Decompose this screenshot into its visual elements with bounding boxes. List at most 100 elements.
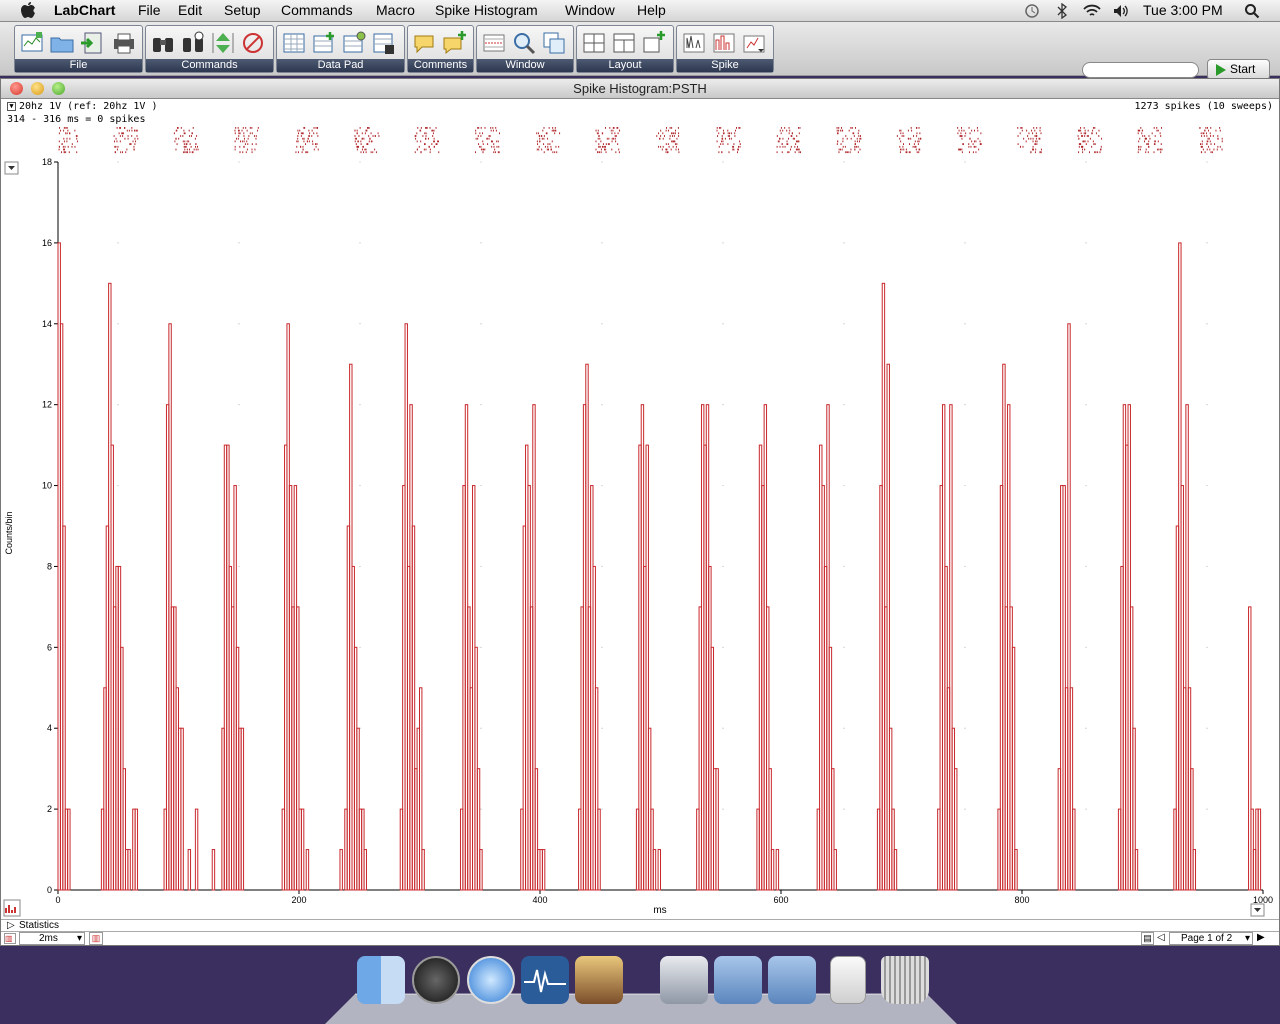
psth-chart[interactable]: 024681012141618 0 200 400 600 800 1000 ms Cou… xyxy=(1,79,1279,917)
histogram-settings-icon[interactable]: ▥ xyxy=(89,932,103,945)
overlay-view-icon[interactable] xyxy=(541,30,567,56)
raster-spike xyxy=(484,148,486,151)
bin-width-select[interactable]: 2ms ▾ xyxy=(19,932,85,945)
raster-spike xyxy=(1138,148,1140,151)
volume-icon[interactable] xyxy=(1112,3,1130,19)
network-share-icon[interactable] xyxy=(660,956,708,1004)
print-icon[interactable] xyxy=(111,30,137,56)
raster-spike xyxy=(605,148,607,151)
raster-spike xyxy=(368,135,370,137)
page-setup-icon[interactable]: ▤ xyxy=(1141,932,1154,945)
raster-spike xyxy=(175,137,177,140)
histogram-bar xyxy=(954,768,958,891)
binoculars-find-icon[interactable] xyxy=(180,30,206,56)
menu-help[interactable]: Help xyxy=(637,2,666,18)
add-to-data-pad-icon[interactable] xyxy=(311,30,337,56)
raster-spike xyxy=(1215,129,1217,132)
raster-spike xyxy=(721,151,723,154)
raster-spike xyxy=(913,143,915,145)
zoom-view-icon[interactable] xyxy=(511,30,537,56)
grid-dot xyxy=(359,646,361,648)
add-comment-icon[interactable] xyxy=(442,30,468,56)
menu-window[interactable]: Window xyxy=(565,2,615,18)
next-page-icon[interactable]: ▶ xyxy=(1257,932,1265,943)
page-select[interactable]: Page 1 of 2 ▾ xyxy=(1169,932,1253,945)
y-axis-menu-icon[interactable] xyxy=(4,161,19,175)
statistics-label[interactable]: Statistics xyxy=(19,920,59,931)
data-pad-setup-icon[interactable] xyxy=(341,30,367,56)
histogram-bar xyxy=(339,849,343,891)
labchart-icon[interactable] xyxy=(521,956,569,1004)
data-pad-icon[interactable] xyxy=(281,30,307,56)
raster-spike xyxy=(367,143,369,145)
raster-spike xyxy=(1200,132,1202,135)
menu-setup[interactable]: Setup xyxy=(224,2,261,18)
applications-folder-icon[interactable] xyxy=(714,956,762,1004)
disclosure-triangle-icon[interactable]: ▷ xyxy=(7,920,15,931)
raster-spike xyxy=(972,151,974,154)
raster-spike xyxy=(980,132,982,135)
layout-grid-icon[interactable] xyxy=(581,30,607,56)
spike-menu-icon[interactable] xyxy=(741,30,767,56)
spike-settings-icon[interactable] xyxy=(681,30,707,56)
raster-spike xyxy=(122,132,124,135)
apple-icon[interactable] xyxy=(20,2,36,19)
raster-spike xyxy=(136,135,138,137)
open-folder-icon[interactable] xyxy=(49,30,75,56)
raster-spike xyxy=(303,137,305,140)
trash-icon[interactable] xyxy=(881,956,929,1004)
raster-spike xyxy=(299,129,301,132)
binoculars-icon[interactable] xyxy=(150,30,176,56)
wifi-icon[interactable] xyxy=(1082,3,1102,19)
raster-spike xyxy=(739,145,741,148)
raster-spike xyxy=(597,129,599,132)
raster-spike xyxy=(68,151,70,154)
raster-spike xyxy=(1028,132,1030,135)
time-machine-icon[interactable] xyxy=(1024,3,1040,19)
raster-spike xyxy=(370,151,372,154)
safari-icon[interactable] xyxy=(467,956,515,1004)
menu-clock[interactable]: Tue 3:00 PM xyxy=(1143,2,1223,18)
raster-spike xyxy=(1084,129,1086,132)
menu-spike-histogram[interactable]: Spike Histogram xyxy=(435,2,538,18)
menu-macro[interactable]: Macro xyxy=(376,2,415,18)
no-marker-icon[interactable] xyxy=(240,30,266,56)
menu-file[interactable]: File xyxy=(138,2,161,18)
raster-spike xyxy=(538,145,540,148)
layout-split-icon[interactable] xyxy=(611,30,637,56)
raster-spike xyxy=(137,137,139,140)
import-icon[interactable] xyxy=(79,30,105,56)
chart-view-icon[interactable] xyxy=(481,30,507,56)
raster-spike xyxy=(846,151,848,154)
previous-page-icon[interactable]: ◁ xyxy=(1157,932,1165,943)
dashboard-icon[interactable] xyxy=(412,956,460,1004)
raster-spike xyxy=(979,140,981,143)
add-pane-icon[interactable] xyxy=(641,30,667,56)
bluetooth-icon[interactable] xyxy=(1056,3,1068,19)
menu-edit[interactable]: Edit xyxy=(178,2,202,18)
histogram-type-icon[interactable] xyxy=(3,899,21,917)
raster-spike xyxy=(482,132,484,135)
finder-icon[interactable] xyxy=(357,956,405,1004)
spotlight-icon[interactable] xyxy=(1244,3,1260,19)
spike-histogram-icon[interactable] xyxy=(711,30,737,56)
iphoto-icon[interactable] xyxy=(575,956,623,1004)
raster-spike xyxy=(722,132,724,135)
downloads-stack-icon[interactable] xyxy=(830,956,866,1004)
histogram-bar xyxy=(715,768,719,891)
start-button[interactable]: Start xyxy=(1207,59,1270,80)
documents-folder-icon[interactable] xyxy=(768,956,816,1004)
raster-spike xyxy=(234,145,236,148)
raster-spike xyxy=(245,151,247,154)
search-input[interactable] xyxy=(1082,62,1199,78)
raster-spike xyxy=(665,143,667,145)
menu-app-name[interactable]: LabChart xyxy=(54,2,115,18)
menu-commands[interactable]: Commands xyxy=(281,2,353,18)
new-document-icon[interactable] xyxy=(19,30,45,56)
data-pad-view-icon[interactable] xyxy=(371,30,397,56)
raster-spike xyxy=(735,129,737,132)
comment-icon[interactable] xyxy=(412,30,438,56)
histogram-mode-icon[interactable]: ▥ xyxy=(4,933,16,944)
x-axis-menu-icon[interactable] xyxy=(1250,903,1265,917)
marker-icon[interactable] xyxy=(210,30,236,56)
